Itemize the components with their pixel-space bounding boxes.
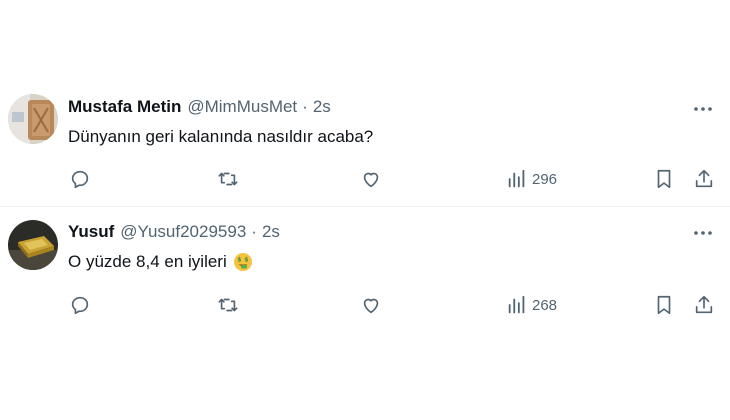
avatar[interactable] [8, 94, 58, 144]
share-button[interactable] [693, 166, 715, 192]
tweet-text-content: O yüzde 8,4 en iyileri [68, 252, 227, 271]
more-options-button[interactable] [692, 98, 714, 120]
more-dots-icon [694, 231, 712, 235]
more-options-button[interactable] [692, 222, 714, 244]
svg-text:$: $ [237, 257, 241, 264]
like-icon [363, 298, 379, 314]
bookmark-button[interactable] [653, 292, 675, 318]
tweet[interactable]: Yusuf @Yusuf2029593 · 2s O yüzde 8,4 en … [0, 208, 730, 328]
gold-bar-avatar-icon [8, 220, 58, 270]
like-button[interactable] [360, 166, 382, 192]
tweet-divider [0, 206, 730, 207]
tweet-actions: 268 [0, 292, 730, 318]
timestamp[interactable]: 2s [262, 222, 280, 242]
like-icon [363, 172, 379, 188]
wooden-object-avatar-icon [8, 94, 58, 144]
like-button[interactable] [360, 292, 382, 318]
views-icon [508, 295, 525, 314]
repost-button[interactable] [217, 292, 239, 318]
tweet-actions: 296 [0, 166, 730, 192]
tweet-text: Dünyanın geri kalanında nasıldır acaba? [68, 127, 373, 147]
tweet-text: O yüzde 8,4 en iyileri $ $ [68, 252, 253, 272]
reply-icon [71, 296, 89, 315]
views-count: 296 [532, 170, 558, 188]
timestamp[interactable]: 2s [313, 97, 331, 117]
reply-button[interactable] [69, 166, 91, 192]
views-count: 268 [532, 296, 558, 314]
bookmark-icon [657, 295, 671, 315]
views-icon [508, 169, 525, 188]
share-icon [695, 295, 713, 314]
repost-icon [218, 172, 238, 186]
repost-button[interactable] [217, 166, 239, 192]
tweet-header: Yusuf @Yusuf2029593 · 2s [68, 220, 280, 244]
display-name[interactable]: Mustafa Metin [68, 97, 181, 117]
share-button[interactable] [693, 292, 715, 318]
money-mouth-face-emoji-icon: $ $ [233, 253, 252, 271]
separator-dot: · [251, 222, 257, 241]
tweet-text-content: Dünyanın geri kalanında nasıldır acaba? [68, 127, 374, 146]
views-button[interactable]: 268 [506, 292, 557, 318]
tweet-header: Mustafa Metin @MimMusMet · 2s [68, 95, 331, 119]
separator-dot: · [302, 97, 308, 116]
svg-text:$: $ [244, 257, 248, 264]
user-handle[interactable]: @Yusuf2029593 [120, 222, 246, 242]
more-dots-icon [694, 107, 712, 111]
bookmark-icon [657, 169, 671, 189]
views-button[interactable]: 296 [506, 166, 557, 192]
avatar[interactable] [8, 220, 58, 270]
repost-icon [218, 298, 238, 312]
display-name[interactable]: Yusuf [68, 222, 114, 242]
reply-button[interactable] [69, 292, 91, 318]
user-handle[interactable]: @MimMusMet [187, 97, 297, 117]
share-icon [695, 169, 713, 188]
tweet[interactable]: Mustafa Metin @MimMusMet · 2s Dünyanın g… [0, 86, 730, 206]
bookmark-button[interactable] [653, 166, 675, 192]
reply-icon [71, 170, 89, 189]
